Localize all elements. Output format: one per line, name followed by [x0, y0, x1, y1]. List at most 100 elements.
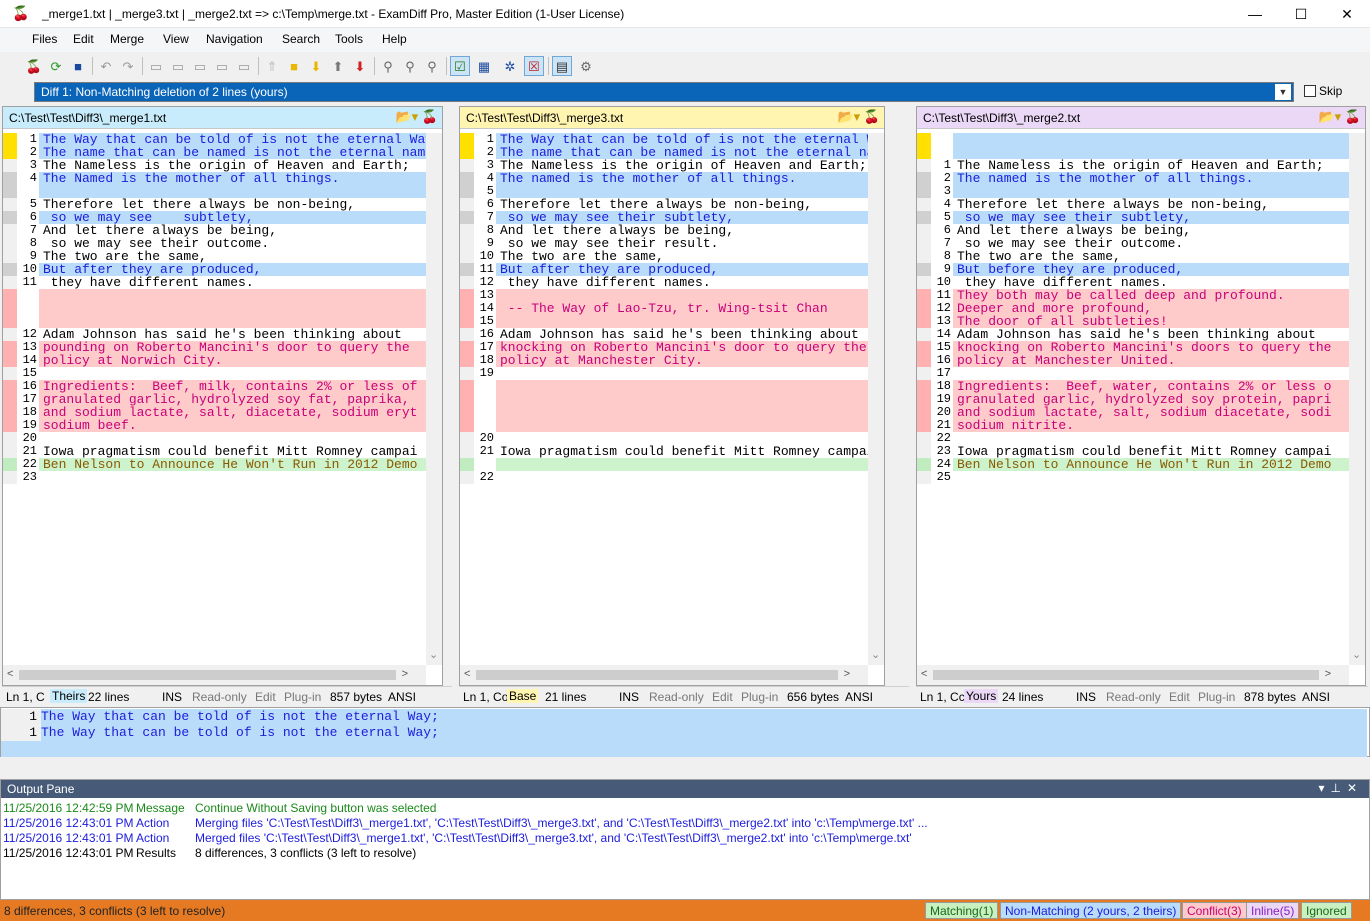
text-line[interactable]: 7 so we may see their subtlety, — [460, 211, 868, 224]
current-diff-select[interactable]: Diff 1: Non-Matching deletion of 2 lines… — [34, 82, 1294, 102]
report-icon[interactable]: ▤ — [552, 56, 572, 76]
copy-right-icon[interactable]: ▭ — [190, 56, 210, 76]
text-line[interactable]: 17 — [917, 367, 1349, 380]
chevron-down-icon[interactable]: ▼ — [1275, 84, 1291, 100]
text-line[interactable]: 18 and sodium lactate, salt, diacetate, s… — [3, 406, 426, 419]
text-lines[interactable]: 1 The Nameless is the origin of Heaven an… — [917, 133, 1349, 665]
dropdown-icon[interactable]: ▾ — [1318, 781, 1330, 795]
text-line[interactable]: 19 granulated garlic, hydrolyzed soy prot… — [917, 393, 1349, 406]
text-line[interactable] — [460, 406, 868, 419]
close-button[interactable]: ✕ — [1324, 0, 1370, 28]
text-line[interactable]: 22 Ben Nelson to Announce He Won't Run in… — [3, 458, 426, 471]
horizontal-scrollbar[interactable]: < > — [917, 665, 1349, 685]
text-line[interactable]: 16 Adam Johnson has said he's been thinki… — [460, 328, 868, 341]
save-icon[interactable]: ■ — [68, 56, 88, 76]
scroll-right-icon[interactable]: > — [402, 668, 408, 680]
text-line[interactable]: 15 — [460, 315, 868, 328]
copy-all-icon[interactable]: ▭ — [212, 56, 232, 76]
scroll-down-icon[interactable]: ⌄ — [1352, 648, 1361, 661]
text-line[interactable]: 21 Iowa pragmatism could benefit Mitt Rom… — [3, 445, 426, 458]
text-line[interactable]: 9 so we may see their result. — [460, 237, 868, 250]
redo-icon[interactable]: ↷ — [118, 56, 138, 76]
text-line[interactable]: 21 sodium nitrite. — [917, 419, 1349, 432]
horizontal-scrollbar[interactable]: < > — [460, 665, 868, 685]
open-file-icon[interactable]: 📂▾ — [837, 109, 863, 124]
text-line[interactable]: 12 Adam Johnson has said he's been thinki… — [3, 328, 426, 341]
text-line[interactable]: 18 Ingredients: Beef, water, contains 2% … — [917, 380, 1349, 393]
text-line[interactable]: 10 they have different names. — [917, 276, 1349, 289]
text-line[interactable]: 2 The name that can be named is not the e… — [3, 146, 426, 159]
cherry-icon[interactable]: 🍒 — [864, 109, 880, 124]
text-line[interactable]: 7 And let there always be being, — [3, 224, 426, 237]
text-line[interactable]: 15 knocking on Roberto Mancini's doors to… — [917, 341, 1349, 354]
vertical-scrollbar[interactable]: ⌄ — [426, 133, 442, 665]
text-line[interactable]: 14 -- The Way of Lao-Tzu, tr. Wing-tsit … — [460, 302, 868, 315]
open-file-icon[interactable]: 📂▾ — [1318, 109, 1344, 124]
find-prev-icon[interactable]: ⚲ — [422, 56, 442, 76]
text-line[interactable]: 3 — [917, 185, 1349, 198]
text-line[interactable]: 8 The two are the same, — [917, 250, 1349, 263]
text-line[interactable] — [917, 133, 1349, 146]
text-line[interactable]: 9 But before they are produced, — [917, 263, 1349, 276]
prev-diff-icon[interactable]: ⬆ — [328, 56, 348, 76]
horizontal-scrollbar[interactable]: < > — [3, 665, 426, 685]
text-line[interactable]: 6 so we may see subtlety, — [3, 211, 426, 224]
scroll-down-icon[interactable]: ⌄ — [429, 648, 438, 661]
scroll-left-icon[interactable]: < — [7, 668, 13, 680]
text-line[interactable]: 6 Therefore let there always be non-being… — [460, 198, 868, 211]
text-line[interactable]: 11 They both may be called deep and profo… — [917, 289, 1349, 302]
current-diff-icon[interactable]: ■ — [284, 56, 304, 76]
text-line[interactable]: 19 sodium beef. — [3, 419, 426, 432]
text-line[interactable] — [460, 380, 868, 393]
cherry-icon[interactable]: 🍒 — [422, 109, 438, 124]
theirs-pane[interactable]: C:\Test\Test\Diff3\_merge1.txt 📂▾ 🍒 1 The W… — [2, 106, 443, 686]
menu-edit[interactable]: Edit — [73, 32, 94, 46]
vertical-scrollbar[interactable]: ⌄ — [868, 133, 884, 665]
cherry-icon[interactable]: 🍒 — [1345, 109, 1361, 124]
last-diff-icon[interactable]: ⬇ — [350, 56, 370, 76]
text-line[interactable]: 8 so we may see their outcome. — [3, 237, 426, 250]
text-line[interactable]: 12 Deeper and more profound, — [917, 302, 1349, 315]
text-line[interactable]: 7 so we may see their outcome. — [917, 237, 1349, 250]
text-line[interactable]: 25 — [917, 471, 1349, 484]
plugins-icon[interactable]: ✲ — [500, 56, 520, 76]
text-line[interactable]: 14 Adam Johnson has said he's been thinki… — [917, 328, 1349, 341]
scrollbar-thumb[interactable] — [476, 670, 838, 680]
text-line[interactable]: 5 so we may see their subtlety, — [917, 211, 1349, 224]
text-line[interactable] — [3, 315, 426, 328]
first-diff-icon[interactable]: ⇑ — [262, 56, 282, 76]
text-line[interactable] — [3, 185, 426, 198]
open-icon[interactable]: 🍒 — [24, 56, 44, 76]
text-line[interactable]: 5 — [460, 185, 868, 198]
menu-navigation[interactable]: Navigation — [206, 32, 263, 46]
text-line[interactable]: 13 — [460, 289, 868, 302]
text-line[interactable]: 4 Therefore let there always be non-being… — [917, 198, 1349, 211]
scroll-left-icon[interactable]: < — [464, 668, 470, 680]
pin-icon[interactable]: ⊥ — [1330, 781, 1346, 795]
text-line[interactable]: 3 The Nameless is the origin of Heaven an… — [3, 159, 426, 172]
menu-merge[interactable]: Merge — [110, 32, 144, 46]
menu-files[interactable]: Files — [32, 32, 57, 46]
text-line[interactable]: 1 The Way that can be told of is not the … — [3, 133, 426, 146]
text-lines[interactable]: 1 The Way that can be told of is not the … — [460, 133, 868, 665]
text-line[interactable]: 23 Iowa pragmatism could benefit Mitt Rom… — [917, 445, 1349, 458]
view-options-icon[interactable]: ▦ — [474, 56, 494, 76]
menu-tools[interactable]: Tools — [335, 32, 363, 46]
text-line[interactable]: 3 The Nameless is the origin of Heaven an… — [460, 159, 868, 172]
text-line[interactable]: 20 and sodium lactate, salt, sodium diace… — [917, 406, 1349, 419]
copy-middle-icon[interactable]: ▭ — [168, 56, 188, 76]
text-line[interactable]: 15 — [3, 367, 426, 380]
text-line[interactable]: 22 — [460, 471, 868, 484]
open-file-icon[interactable]: 📂▾ — [395, 109, 421, 124]
text-line[interactable]: 11 But after they are produced, — [460, 263, 868, 276]
text-line[interactable]: 9 The two are the same, — [3, 250, 426, 263]
next-diff-icon[interactable]: ⬇ — [306, 56, 326, 76]
text-line[interactable]: 20 — [3, 432, 426, 445]
text-line[interactable]: 4 The named is the mother of all things. — [460, 172, 868, 185]
text-line[interactable] — [3, 289, 426, 302]
text-line[interactable]: 17 knocking on Roberto Mancini's door to … — [460, 341, 868, 354]
pane-path-header[interactable]: C:\Test\Test\Diff3\_merge3.txt 📂▾ 🍒 — [460, 107, 884, 129]
text-line[interactable]: 8 And let there always be being, — [460, 224, 868, 237]
scroll-right-icon[interactable]: > — [844, 668, 850, 680]
pane-path-header[interactable]: C:\Test\Test\Diff3\_merge1.txt 📂▾ 🍒 — [3, 107, 442, 129]
